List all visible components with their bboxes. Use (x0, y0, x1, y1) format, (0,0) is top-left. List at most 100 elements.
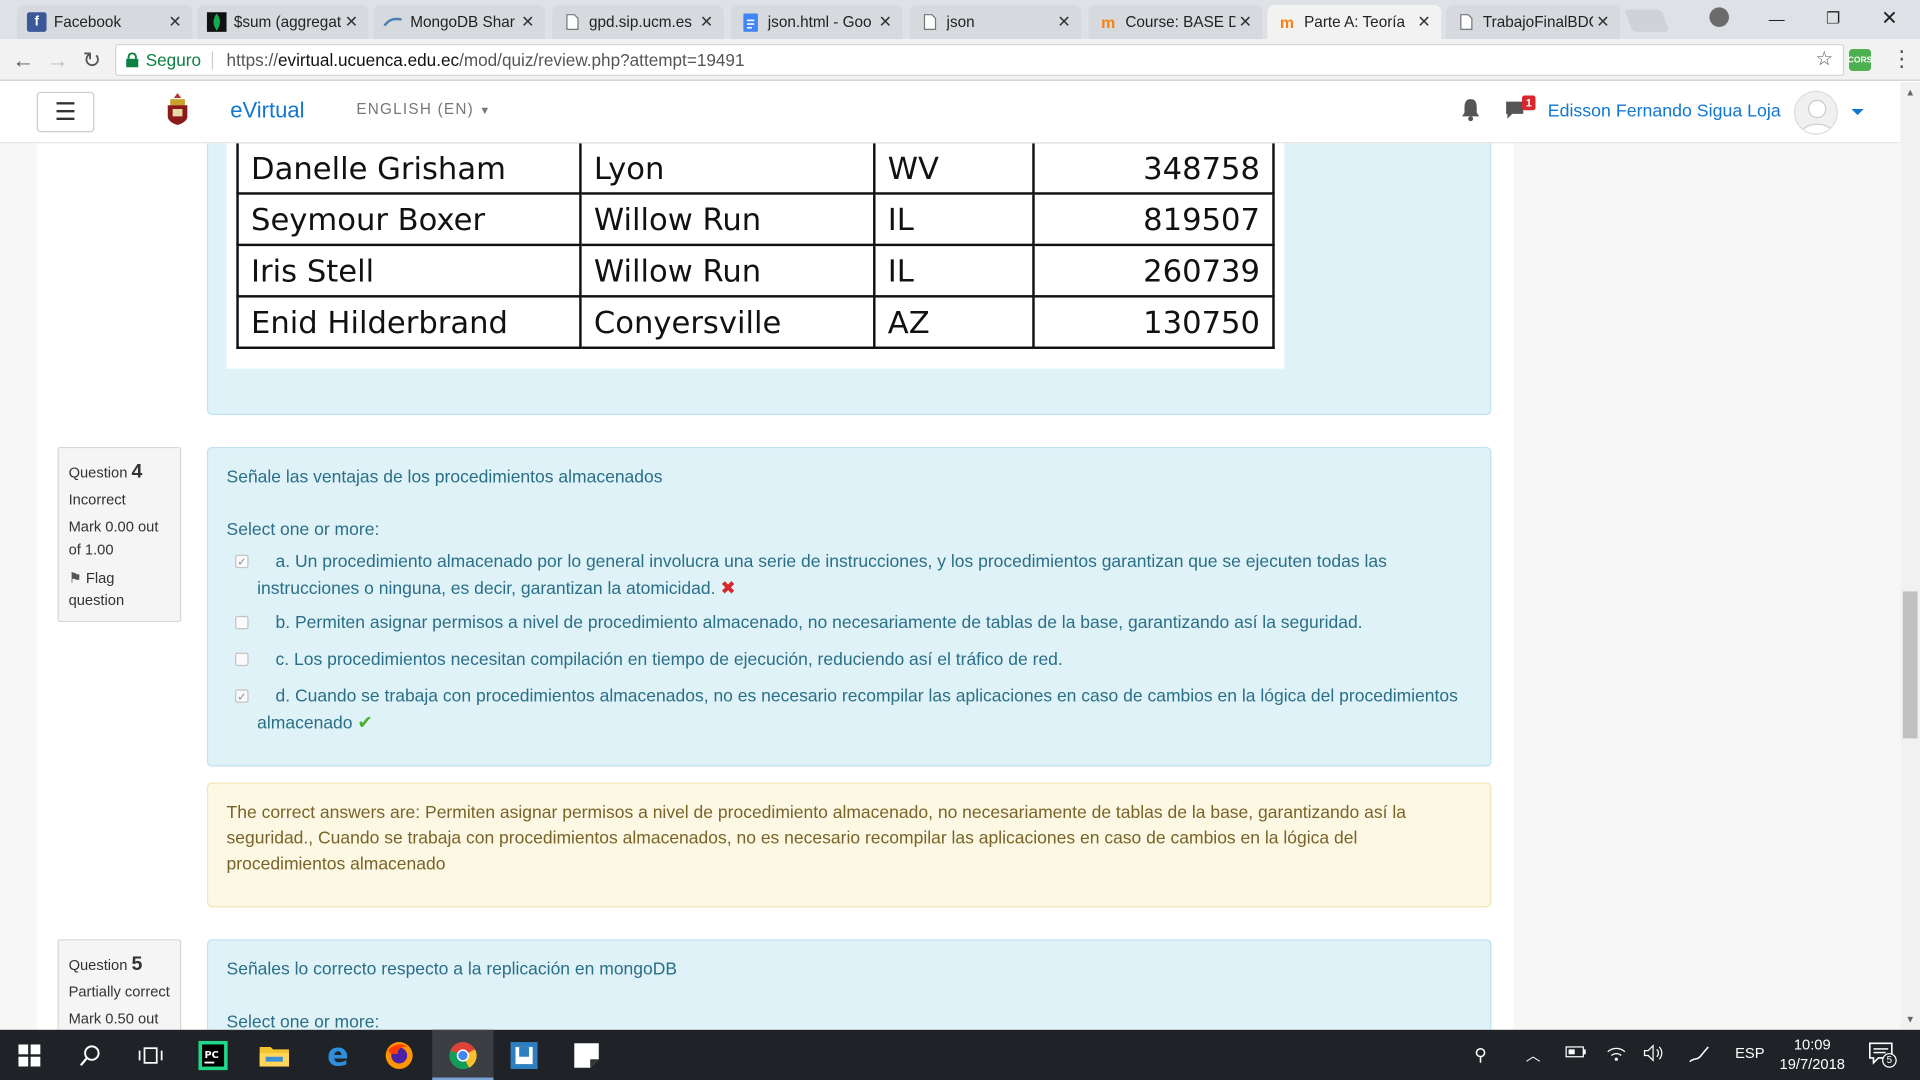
choice-text: d. Cuando se trabaja con procedimientos … (257, 684, 1469, 737)
question-number: Question 5 (69, 950, 171, 980)
checkbox-checked[interactable]: ✓ (235, 554, 249, 569)
tab-gpd[interactable]: gpd.sip.ucm.es ✕ (552, 4, 724, 40)
cors-extension-icon[interactable]: CORS (1848, 48, 1872, 72)
table-cell: IL (873, 192, 1035, 247)
close-tab-icon[interactable]: ✕ (697, 12, 717, 32)
file-explorer-icon[interactable] (255, 1036, 294, 1075)
question-5-formulation: Señales lo correcto respecto a la replic… (206, 939, 1492, 1030)
close-tab-icon[interactable]: ✕ (165, 12, 185, 32)
battery-icon[interactable] (1565, 1044, 1587, 1062)
tab-json[interactable]: json ✕ (909, 4, 1082, 40)
site-brand-link[interactable]: eVirtual (230, 98, 304, 124)
incorrect-x-icon: ✖ (720, 577, 736, 599)
new-tab-button[interactable] (1624, 9, 1670, 32)
flag-question-link[interactable]: ⚑ Flag question (69, 566, 171, 612)
tab-json-docs[interactable]: json.html - Goo ✕ (731, 4, 903, 40)
question-state: Incorrect (68, 490, 126, 508)
close-tab-icon[interactable]: ✕ (876, 12, 896, 32)
page-scrollbar[interactable]: ▲ ▼ (1900, 82, 1920, 1030)
language-menu[interactable]: ENGLISH (EN) ▼ (356, 100, 491, 117)
profile-icon[interactable] (1709, 7, 1729, 27)
pycharm-icon[interactable]: PC (193, 1036, 232, 1075)
scroll-down-arrow-icon[interactable]: ▼ (1905, 1014, 1915, 1025)
table-row: Seymour Boxer Willow Run IL 819507 (236, 192, 1275, 247)
question-table-image: Danelle Grisham Lyon WV 348758 Seymour B… (226, 126, 1285, 369)
bookmark-star-icon[interactable]: ☆ (1816, 45, 1834, 74)
volume-icon[interactable] (1643, 1044, 1665, 1065)
task-view-icon[interactable] (131, 1036, 170, 1075)
page-icon (1456, 12, 1476, 32)
search-icon[interactable] (71, 1036, 110, 1075)
people-icon[interactable]: ⚲ (1474, 1044, 1487, 1065)
browser-menu-icon[interactable]: ⋮ (1891, 47, 1913, 73)
question-5-info: Question 5 Partially correct Mark 0.50 o… (57, 939, 182, 1030)
avatar[interactable] (1793, 90, 1838, 135)
choice-b[interactable]: b. Permiten asignar permisos a nivel de … (227, 611, 1476, 638)
choice-d[interactable]: ✓ d. Cuando se trabaja con procedimiento… (227, 684, 1476, 738)
table-cell: IL (873, 243, 1035, 298)
caret-down-icon: ▼ (479, 104, 492, 117)
table-cell: Iris Stell (236, 243, 582, 298)
table-row: Danelle Grisham Lyon WV 348758 (236, 140, 1275, 195)
hamburger-icon: ☰ (54, 99, 77, 127)
firefox-icon[interactable] (380, 1036, 419, 1075)
moodle-icon: m (1279, 12, 1295, 32)
scrollbar-thumb[interactable] (1902, 591, 1918, 739)
address-bar[interactable]: Seguro https://evirtual.ucuenca.edu.ec/m… (115, 44, 1845, 76)
web-page: Danelle Grisham Lyon WV 348758 Seymour B… (0, 82, 1901, 1030)
tab-trabajo-final[interactable]: TrabajoFinalBDC ✕ (1446, 4, 1621, 40)
checkbox-unchecked[interactable] (235, 652, 249, 667)
close-tab-icon[interactable]: ✕ (1236, 12, 1256, 32)
menu-toggle-button[interactable]: ☰ (36, 91, 95, 133)
close-tab-icon[interactable]: ✕ (1593, 12, 1613, 32)
scroll-up-arrow-icon[interactable]: ▲ (1905, 87, 1915, 98)
back-arrow-icon[interactable]: ← (10, 47, 37, 74)
wifi-icon[interactable] (1607, 1044, 1627, 1065)
secure-label: Seguro (145, 50, 202, 70)
close-window-icon[interactable]: ✕ (1861, 0, 1917, 37)
close-tab-icon[interactable]: ✕ (1054, 12, 1074, 32)
system-clock[interactable]: 10:09 19/7/2018 (1771, 1035, 1854, 1074)
tab-facebook[interactable]: f Facebook ✕ (17, 4, 193, 40)
sticky-notes-icon[interactable] (567, 1036, 606, 1075)
question-text: Señale las ventajas de los procedimiento… (226, 467, 663, 488)
clock-date: 19/7/2018 (1779, 1055, 1845, 1073)
tab-parte-a[interactable]: m Parte A: Teoría ✕ (1267, 4, 1442, 40)
tab-mongodb-sharding[interactable]: MongoDB Shar ✕ (373, 4, 545, 40)
tab-title: MongoDB Shar (410, 13, 515, 31)
user-menu-name[interactable]: Edisson Fernando Sigua Loja (1548, 102, 1781, 122)
chrome-icon[interactable] (443, 1036, 482, 1075)
message-count-badge: 1 (1522, 95, 1536, 111)
input-language-indicator[interactable]: ESP (1735, 1044, 1764, 1061)
show-hidden-icons-chevron[interactable]: ︿ (1526, 1044, 1541, 1065)
user-menu-caret-icon[interactable] (1851, 108, 1864, 116)
action-center-icon[interactable]: 5 (1869, 1041, 1897, 1068)
maximize-icon[interactable]: ❐ (1805, 0, 1861, 37)
reload-icon[interactable]: ↻ (78, 47, 105, 74)
notification-bell-icon[interactable] (1460, 98, 1482, 122)
windows-start-icon[interactable] (10, 1036, 49, 1075)
app-window-icon[interactable] (504, 1036, 543, 1075)
choice-c[interactable]: c. Los procedimientos necesitan compilac… (227, 648, 1476, 675)
choice-label: a. Un procedimiento almacenado por lo ge… (257, 552, 1387, 599)
table-cell: Conyersville (579, 295, 876, 349)
tab-mongodb-sum[interactable]: $sum (aggregat ✕ (197, 4, 369, 40)
close-tab-icon[interactable]: ✕ (342, 12, 362, 32)
table-cell: 260739 (1032, 243, 1275, 298)
select-prompt: Select one or more: (226, 1012, 380, 1030)
page-icon (562, 12, 582, 32)
close-tab-icon[interactable]: ✕ (518, 12, 538, 32)
close-tab-icon[interactable]: ✕ (1414, 12, 1434, 32)
clock-time: 10:09 (1793, 1035, 1831, 1054)
forward-arrow-icon[interactable]: → (44, 47, 71, 74)
edge-browser-icon[interactable]: e (318, 1036, 357, 1075)
table-cell: AZ (873, 295, 1035, 349)
minimize-icon[interactable]: — (1749, 0, 1805, 37)
checkbox-unchecked[interactable] (235, 615, 249, 630)
university-logo[interactable] (164, 92, 191, 126)
choice-a[interactable]: ✓ a. Un procedimiento almacenado por lo … (227, 550, 1476, 604)
pen-ink-icon[interactable] (1687, 1044, 1711, 1067)
tab-course[interactable]: m Course: BASE DE ✕ (1088, 4, 1263, 40)
checkbox-checked[interactable]: ✓ (235, 689, 249, 703)
table-cell: 819507 (1032, 192, 1275, 247)
